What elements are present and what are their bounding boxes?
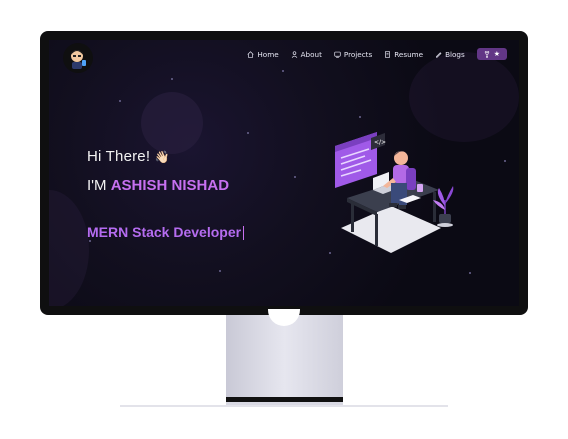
star-dot xyxy=(247,132,249,134)
star-icon: ★ xyxy=(493,50,500,58)
greeting-text: Hi There! xyxy=(87,148,151,165)
avatar-logo[interactable] xyxy=(63,43,93,73)
nav-resume[interactable]: Resume xyxy=(384,50,423,59)
star-dot xyxy=(89,240,91,242)
typewriter-role: MERN Stack Developer xyxy=(87,224,245,241)
typing-cursor xyxy=(243,226,245,241)
svg-text:</>: </> xyxy=(374,139,386,146)
nav-resume-label: Resume xyxy=(394,49,424,59)
background-glow xyxy=(49,190,89,306)
hero-name-line: I'M ASHISH NISHAD xyxy=(87,177,229,194)
monitor-frame: Home About Projects Resume Blogs ★ Hi Th… xyxy=(40,31,528,315)
avatar-icon xyxy=(71,50,86,69)
nav-blogs-label: Blogs xyxy=(445,49,465,59)
pen-icon xyxy=(436,51,442,58)
star-dot xyxy=(282,70,284,72)
developer-illustration: </> xyxy=(335,132,454,253)
website-screen: Home About Projects Resume Blogs ★ Hi Th… xyxy=(49,40,519,306)
role-text: MERN Stack Developer xyxy=(87,224,242,240)
nav-home-label: Home xyxy=(257,49,279,59)
hero-greeting: Hi There! 👋🏻 xyxy=(87,148,170,165)
user-icon xyxy=(291,50,297,58)
star-dot xyxy=(294,176,296,178)
star-dot xyxy=(219,270,221,272)
nav-about-label: About xyxy=(300,49,322,59)
nav-home[interactable]: Home xyxy=(247,49,279,59)
star-dot xyxy=(359,116,361,118)
nav-blogs[interactable]: Blogs xyxy=(435,50,465,59)
nav-projects-label: Projects xyxy=(343,49,373,59)
nav-about[interactable]: About xyxy=(291,50,322,59)
wave-emoji: 👋🏻 xyxy=(154,150,170,164)
star-dot xyxy=(171,78,173,80)
document-icon xyxy=(385,50,391,58)
monitor-stand xyxy=(226,315,343,399)
background-glow xyxy=(141,92,203,154)
fork-icon xyxy=(484,50,489,58)
home-icon xyxy=(247,50,254,58)
desk-shadow-line xyxy=(120,405,448,407)
projects-icon xyxy=(334,51,341,58)
top-navigation: Home About Projects Resume Blogs ★ xyxy=(247,48,507,60)
developer-name: ASHISH NISHAD xyxy=(110,177,230,194)
name-prefix: I'M xyxy=(87,177,107,194)
nav-projects[interactable]: Projects xyxy=(334,50,372,59)
star-dot xyxy=(119,100,121,102)
star-dot xyxy=(504,160,506,162)
github-star-button[interactable]: ★ xyxy=(476,48,507,60)
